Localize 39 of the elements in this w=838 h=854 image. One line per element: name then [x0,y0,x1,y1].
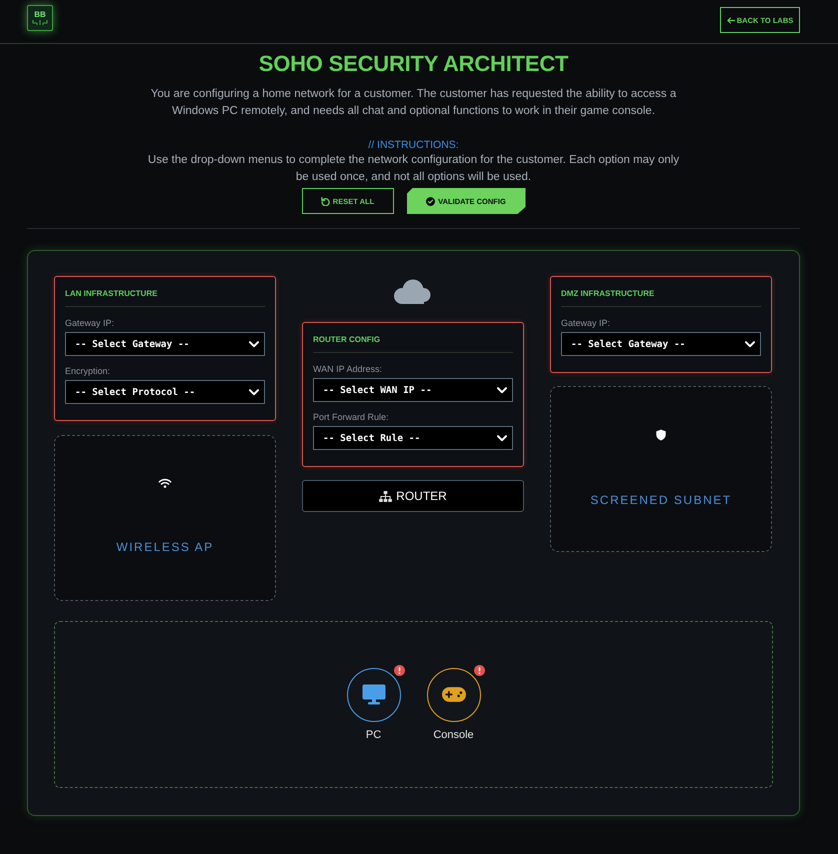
check-circle-icon [426,196,436,206]
cloud-icon [393,279,433,304]
field-label: Encryption: [65,365,110,377]
zone-label: WIRELESS AP [116,539,214,555]
circuit-icon [32,20,48,26]
field-label: Gateway IP: [561,317,610,329]
logo[interactable]: BB [27,5,53,31]
dropdown-field[interactable]: -- Select WAN IP -- [313,378,513,402]
reset-icon [320,196,330,206]
gamepad-icon [442,684,466,705]
instructions-heading: // INSTRUCTIONS: [368,138,459,152]
shield-icon [656,429,666,441]
panel-title: DMZ INFRASTRUCTURE [561,288,654,300]
field-label: WAN IP Address: [313,363,382,375]
device-label: PC [366,728,382,742]
monitor-icon [362,684,386,705]
dropdown-field[interactable]: -- Select Protocol -- [65,380,265,404]
dropdown-field[interactable]: -- Select Rule -- [313,426,513,450]
field-label: Gateway IP: [65,317,114,329]
chevron-down-icon [249,340,259,348]
field-label: Port Forward Rule: [313,411,389,423]
chevron-down-icon [497,434,507,442]
scenario-description: You are configuring a home network for a customer. The customer has requested the ability to access a Windows PC remotely, and needs all chat and optional functions to work in their game console. [150,87,678,119]
router-label: ROUTER [396,489,447,503]
device-label: Console [433,728,474,742]
chevron-down-icon [497,386,507,394]
chevron-down-icon [745,340,755,348]
logo-text: BB [34,10,46,18]
zone-label: SCREENED SUBNET [590,492,732,508]
wifi-icon [158,478,172,488]
network-icon [379,490,392,502]
panel-title: ROUTER CONFIG [313,334,380,346]
panel-title: LAN INFRASTRUCTURE [65,288,158,300]
page-title: SOHO SECURITY ARCHITECT [258,51,568,77]
arrow-left-icon [726,16,735,24]
chevron-down-icon [249,388,259,396]
dropdown-field[interactable]: -- Select Gateway -- [561,332,761,356]
instructions-text: Use the drop-down menus to complete the network configuration for the customer. Each option may only be used once, and not all options will be used. [146,153,680,185]
dropdown-field[interactable]: -- Select Gateway -- [65,332,265,356]
